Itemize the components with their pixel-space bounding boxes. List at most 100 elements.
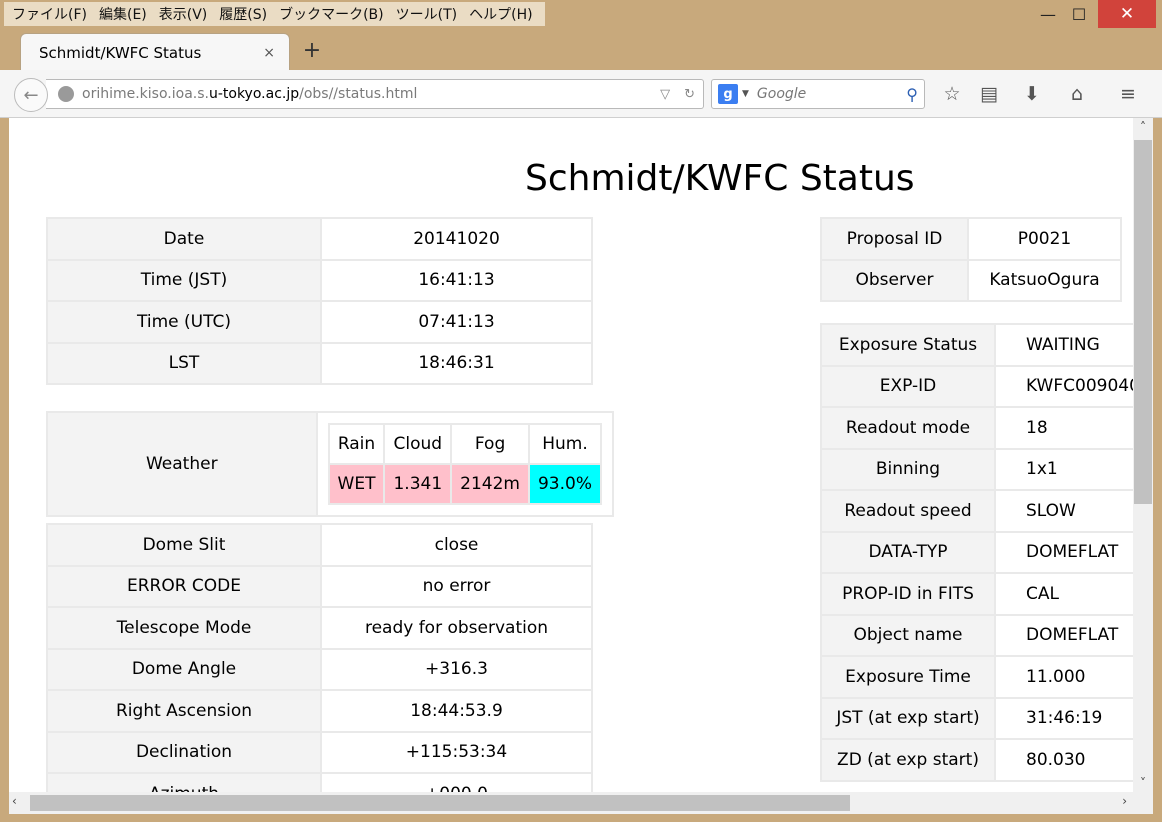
minimize-button[interactable]: — (1036, 0, 1060, 28)
google-icon[interactable]: g (718, 84, 738, 104)
url-prefix: orihime.kiso.ioa.s. (82, 86, 209, 102)
search-icon[interactable]: ⚲ (906, 85, 918, 104)
row-label: DATA-TYP (822, 532, 994, 572)
page-content: Schmidt/KWFC Status Date 20141020 Time (JS… (9, 118, 1133, 792)
row-value: 18:46:31 (322, 343, 591, 383)
search-placeholder: Google (756, 86, 807, 102)
menu-view[interactable]: 表示(V) (155, 4, 216, 24)
table-row: EXP-IDKWFC0090403 (822, 366, 1133, 406)
search-input[interactable]: g ▼ Google ⚲ (711, 79, 925, 109)
row-value: 1x1 (996, 449, 1133, 489)
proposal-table: Proposal ID P0021 Observer KatsuoOgura (820, 217, 1122, 302)
navigation-bar: orihime.kiso.ioa.s. u-tokyo.ac.jp/obs//st… (0, 70, 1162, 118)
weather-table: Weather Rain Cloud Fog Hum. WET 1.341 21… (46, 411, 614, 517)
menu-help[interactable]: ヘルプ(H) (465, 4, 540, 24)
tab-close-icon[interactable]: × (263, 45, 275, 61)
row-label: Observer (822, 260, 967, 300)
scroll-up-icon[interactable]: ˄ (1133, 120, 1153, 134)
row-label: Dome Angle (48, 649, 320, 689)
weather-header-fog: Fog (452, 425, 528, 463)
engine-dropdown-icon[interactable]: ▼ (742, 89, 749, 99)
row-value: +316.3 (322, 649, 591, 689)
table-row: Object name DOMEFLAT (822, 615, 1133, 655)
row-label: ERROR CODE (48, 566, 320, 606)
menu-bookmarks[interactable]: ブックマーク(B) (275, 4, 392, 24)
scrollbar-corner (1133, 792, 1153, 814)
row-value: 80.030 (996, 740, 1133, 780)
menu-history[interactable]: 履歴(S) (215, 4, 275, 24)
table-row: LST 18:46:31 (48, 343, 591, 383)
row-value: KWFC0090403 (996, 366, 1133, 406)
row-value: 31:46:19 (996, 698, 1133, 738)
table-row: Dome Angle +316.3 (48, 649, 591, 689)
row-label: Binning (822, 449, 994, 489)
reading-list-icon[interactable]: ▤ (976, 82, 1002, 106)
back-arrow-icon: ← (23, 84, 39, 106)
globe-icon (58, 86, 74, 102)
reload-icon[interactable]: ↻ (684, 87, 695, 102)
row-label: Time (UTC) (48, 302, 320, 342)
row-label: ZD (at exp start) (822, 740, 994, 780)
weather-cloud-value: 1.341 (385, 465, 451, 503)
weather-cell: Rain Cloud Fog Hum. WET 1.341 2142m 93.0… (317, 413, 612, 515)
weather-hum-value: 93.0% (529, 465, 600, 503)
row-value: SLOW (996, 491, 1133, 531)
row-value: 20141020 (322, 219, 591, 259)
row-value: WAITING (996, 325, 1133, 365)
row-label: Exposure Status (822, 325, 994, 365)
row-label: Readout mode (822, 408, 994, 448)
vertical-scrollbar[interactable]: ˄ ˅ (1133, 118, 1153, 792)
row-value: DOMEFLAT (996, 615, 1133, 655)
table-row: Observer KatsuoOgura (822, 260, 1120, 300)
time-table: Date 20141020 Time (JST) 16:41:13 Time (UTC)… (46, 217, 593, 385)
browser-window: ファイル(F) 編集(E) 表示(V) 履歴(S) ブックマーク(B) ツール(… (0, 0, 1162, 822)
row-value: 16:41:13 (322, 260, 591, 300)
table-row: Exposure Time 11.000 (822, 657, 1133, 697)
table-row: Time (UTC) 07:41:13 (48, 302, 591, 342)
new-tab-button[interactable]: + (300, 38, 324, 63)
close-window-button[interactable]: ✕ (1098, 0, 1156, 28)
row-label: Object name (822, 615, 994, 655)
tab-title: Schmidt/KWFC Status (39, 43, 202, 62)
tab-active[interactable]: Schmidt/KWFC Status × (20, 33, 290, 71)
table-row: Readout mode 18 (822, 408, 1133, 448)
dropdown-arrow-icon[interactable]: ▽ (660, 87, 670, 102)
back-button[interactable]: ← (14, 78, 48, 112)
telescope-status-table: Dome Slit close ERROR CODE no error Telescop… (46, 523, 593, 792)
menu-edit[interactable]: 編集(E) (95, 4, 155, 24)
row-value: 11.000 (996, 657, 1133, 697)
row-value: close (322, 525, 591, 565)
row-label: Declination (48, 732, 320, 772)
horizontal-scroll-thumb[interactable] (30, 795, 850, 811)
download-icon[interactable]: ⬇ (1019, 82, 1045, 106)
url-bar[interactable]: orihime.kiso.ioa.s. u-tokyo.ac.jp/obs//st… (46, 79, 704, 109)
table-row: Declination +115:53:34 (48, 732, 591, 772)
row-label: Right Ascension (48, 691, 320, 731)
vertical-scroll-thumb[interactable] (1134, 140, 1152, 504)
maximize-button[interactable]: ☐ (1067, 0, 1091, 28)
row-value: 18 (996, 408, 1133, 448)
row-value: +000.0 (322, 774, 591, 792)
table-row: PROP-ID in FITS CAL (822, 574, 1133, 614)
row-label: Proposal ID (822, 219, 967, 259)
menu-tools[interactable]: ツール(T) (392, 4, 465, 24)
home-icon[interactable]: ⌂ (1064, 82, 1090, 106)
table-row: Right Ascension 18:44:53.9 (48, 691, 591, 731)
scroll-down-icon[interactable]: ˅ (1133, 776, 1153, 790)
row-label: Readout speed (822, 491, 994, 531)
weather-fog-value: 2142m (452, 465, 528, 503)
menu-file[interactable]: ファイル(F) (8, 4, 95, 24)
weather-label: Weather (48, 413, 316, 515)
bookmark-star-icon[interactable]: ☆ (939, 82, 965, 106)
scroll-left-icon[interactable]: ‹ (12, 794, 17, 808)
row-label: Azimuth (48, 774, 320, 792)
weather-header-rain: Rain (329, 425, 384, 463)
menu-hamburger-icon[interactable]: ≡ (1115, 82, 1141, 106)
url-domain: u-tokyo.ac.jp (208, 86, 300, 102)
row-label: Exposure Time (822, 657, 994, 697)
page-title: Schmidt/KWFC Status (525, 158, 915, 199)
row-value: +115:53:34 (322, 732, 591, 772)
scroll-right-icon[interactable]: › (1122, 794, 1127, 808)
horizontal-scrollbar[interactable]: ‹ › (9, 792, 1133, 814)
row-value: ready for observation (322, 608, 591, 648)
